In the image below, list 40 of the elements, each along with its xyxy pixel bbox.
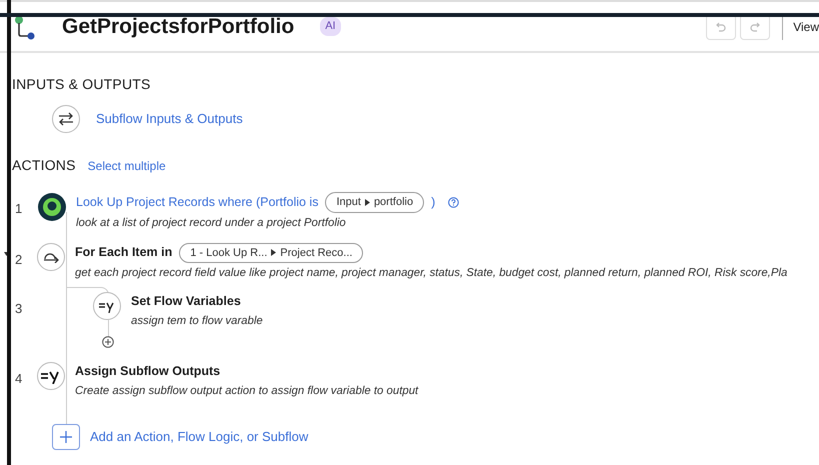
step-description: Create assign subflow output action to assign flow variable to output — [75, 384, 418, 399]
section-heading: ACTIONS — [12, 156, 76, 175]
pill-text: Input — [336, 195, 361, 210]
record-icon — [37, 192, 67, 222]
select-multiple-link[interactable]: Select multiple — [88, 157, 166, 175]
data-pill[interactable]: Input portfolio — [325, 192, 424, 212]
step-title: Assign Subflow Outputs — [75, 363, 220, 380]
undo-icon — [715, 20, 728, 32]
loop-icon — [37, 242, 65, 271]
pill-text: Project Reco... — [280, 246, 352, 261]
step-number: 4 — [15, 370, 24, 388]
add-step-icon[interactable] — [102, 336, 114, 348]
pill-text: portfolio — [374, 195, 414, 210]
flow-title: GetProjectsforPortfolio — [62, 14, 294, 40]
variable-icon — [93, 292, 121, 320]
section-heading: INPUTS & OUTPUTS — [12, 75, 152, 94]
step-link[interactable]: Look Up Project Records where (Portfolio is — [76, 192, 318, 212]
help-icon[interactable] — [448, 196, 460, 208]
flow-icon — [14, 14, 36, 42]
step-description: look at a list of project record under a project Portfolio — [76, 216, 347, 230]
step-title: Set Flow Variables — [131, 293, 241, 310]
data-pill[interactable]: 1 - Look Up R... Project Reco... — [179, 242, 364, 264]
add-action-button[interactable] — [52, 424, 80, 450]
step-number: 3 — [15, 300, 24, 318]
step-number: 1 — [15, 200, 24, 218]
step-title: For Each Item in — [75, 244, 172, 262]
step-description: assign tem to flow varable — [131, 314, 263, 329]
step-description: get each project record field value like project name, project manager, status, State, budget cost, planned return, planned ROI, Risk score,Pla — [75, 266, 788, 282]
variable-icon — [37, 362, 65, 390]
pill-text: 1 - Look Up R... — [190, 246, 268, 261]
ai-badge: AI — [320, 17, 341, 36]
step-number: 2 — [15, 250, 24, 269]
redo-icon — [749, 20, 762, 32]
caret-icon — [271, 249, 276, 256]
swap-icon — [52, 105, 80, 133]
view-menu[interactable]: View — [793, 18, 819, 36]
plus-icon — [60, 430, 72, 443]
add-action-link[interactable]: Add an Action, Flow Logic, or Subflow — [90, 427, 308, 447]
caret-icon — [364, 198, 370, 206]
subflow-io-link[interactable]: Subflow Inputs & Outputs — [96, 109, 243, 129]
